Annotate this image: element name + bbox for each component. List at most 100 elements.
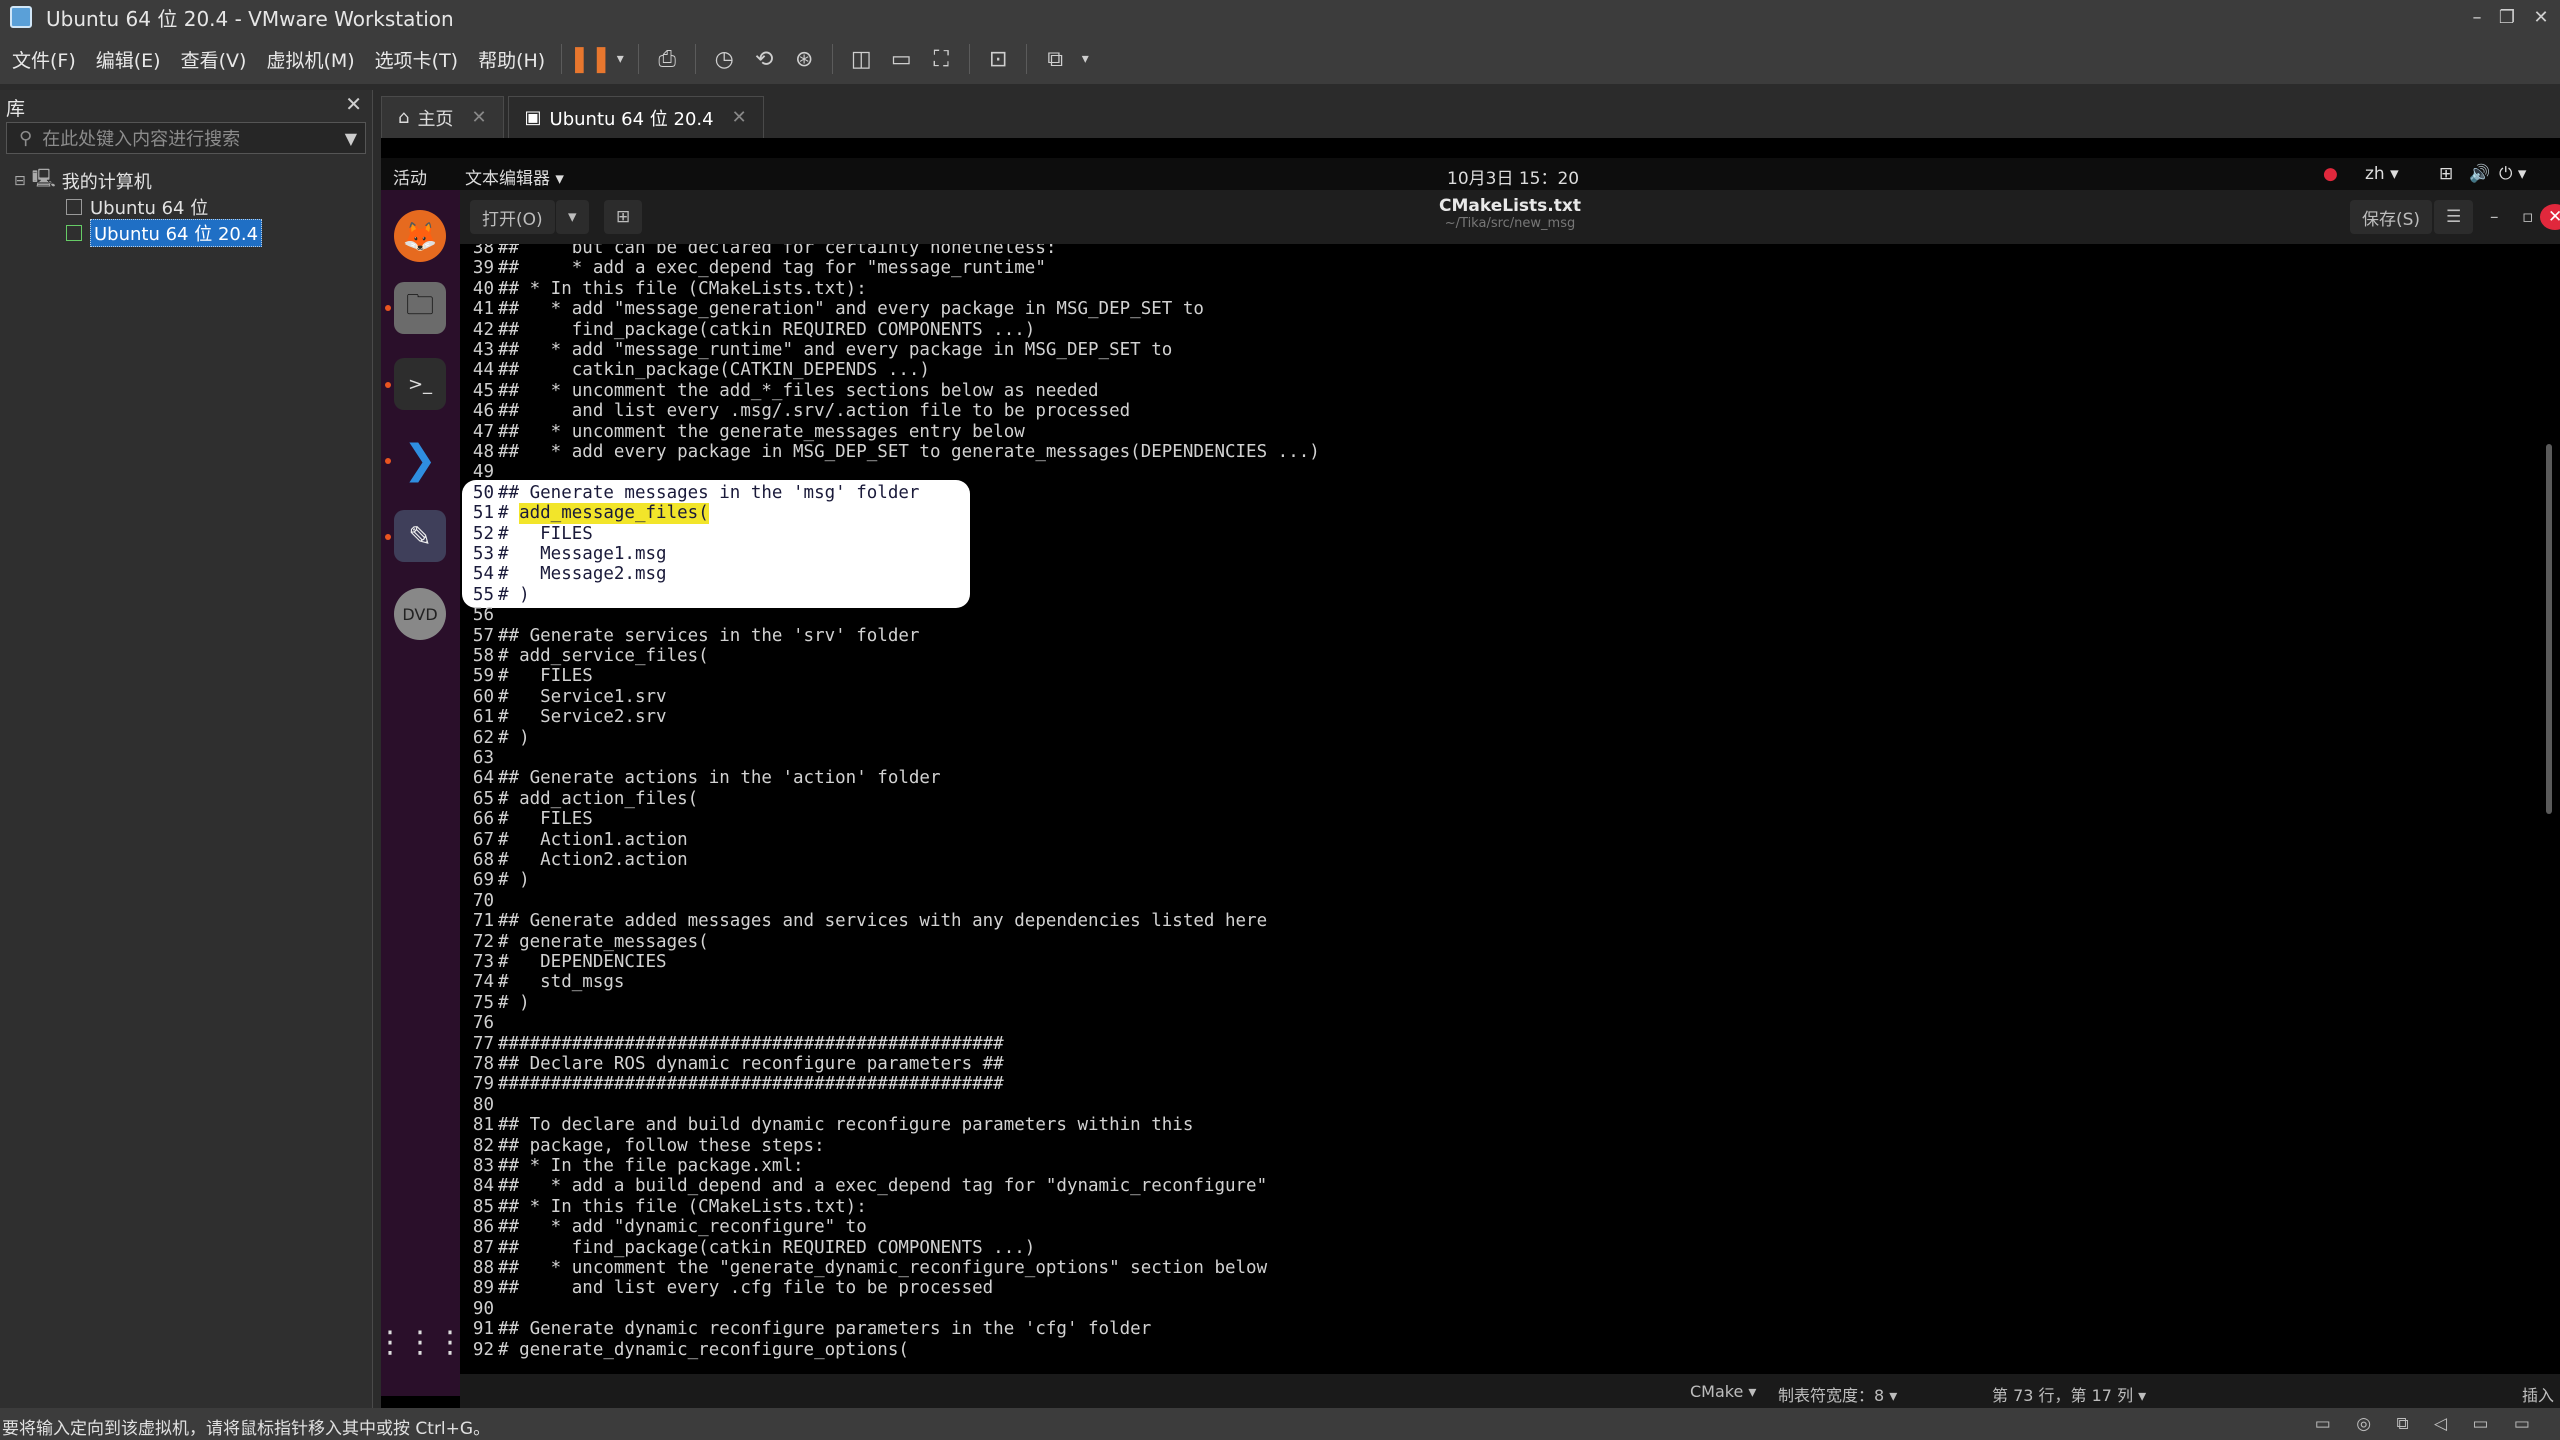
code-line[interactable]: 63 <box>460 748 498 768</box>
tab-close-icon[interactable]: ✕ <box>732 107 747 128</box>
code-line[interactable]: 51 # add_message_files( <box>460 503 709 524</box>
code-line[interactable]: 72 # generate_messages( <box>460 932 709 952</box>
code-line[interactable]: 52 # FILES <box>460 524 593 544</box>
show-apps-icon[interactable]: ⋮⋮⋮ <box>375 1316 465 1368</box>
code-line[interactable]: 85 ## * In this file (CMakeLists.txt): <box>460 1197 867 1217</box>
firefox-icon[interactable]: 🦊 <box>394 210 446 262</box>
code-line[interactable]: 39 ## * add a exec_depend tag for "messag… <box>460 258 1046 278</box>
vscode-icon[interactable]: ❯ <box>394 434 446 486</box>
code-line[interactable]: 65 # add_action_files( <box>460 789 698 809</box>
code-line[interactable]: 76 <box>460 1013 498 1033</box>
cursor-position[interactable]: 第 73 行，第 17 列 ▾ <box>1992 1382 2146 1406</box>
tree-root[interactable]: ⊟ 🖳 我的计算机 <box>0 168 372 194</box>
code-line[interactable]: 40 ## * In this file (CMakeLists.txt): <box>460 279 867 299</box>
new-document-icon[interactable]: ⊞ <box>604 200 643 234</box>
code-line[interactable]: 57 ## Generate services in the 'srv' fold… <box>460 626 920 646</box>
tree-item-vm[interactable]: Ubuntu 64 位 <box>0 194 372 220</box>
stretch-guest-icon[interactable]: ⧉ <box>1038 42 1072 76</box>
stretch-dropdown-icon[interactable]: ▾ <box>1078 42 1092 76</box>
pause-icon[interactable]: ❚❚ <box>568 42 612 76</box>
maximize-button[interactable]: ❐ <box>2490 0 2524 34</box>
code-line[interactable]: 43 ## * add "message_runtime" and every p… <box>460 340 1172 360</box>
code-line[interactable]: 88 ## * uncomment the "generate_dynamic_r… <box>460 1258 1267 1278</box>
code-editor[interactable]: 38 ## but can be declared for certainty n… <box>460 244 2560 1374</box>
language-selector[interactable]: CMake ▾ <box>1690 1382 1756 1401</box>
save-button[interactable]: 保存(S) <box>2350 200 2433 234</box>
tab-close-icon[interactable]: ✕ <box>471 107 486 128</box>
code-line[interactable]: 60 # Service1.srv <box>460 687 667 707</box>
code-line[interactable]: 59 # FILES <box>460 666 593 686</box>
scrollbar[interactable] <box>2546 444 2552 814</box>
minimize-button[interactable]: – <box>2460 0 2494 34</box>
code-line[interactable]: 87 ## find_package(catkin REQUIRED COMPON… <box>460 1238 1035 1258</box>
minimize-icon[interactable]: – <box>2478 200 2511 234</box>
console-view-icon[interactable]: ⊡ <box>981 42 1015 76</box>
terminal-icon[interactable]: >_ <box>394 358 446 410</box>
code-line[interactable]: 74 # std_msgs <box>460 972 625 992</box>
library-view-icon[interactable]: ◫ <box>844 42 878 76</box>
app-menu[interactable]: 文本编辑器 ▾ <box>465 164 564 189</box>
code-line[interactable]: 61 # Service2.srv <box>460 707 667 727</box>
thumbnail-bar-icon[interactable]: ▭ <box>884 42 918 76</box>
code-line[interactable]: 54 # Message2.msg <box>460 564 667 584</box>
snapshot-manager-icon[interactable]: ⊛ <box>787 42 821 76</box>
code-line[interactable]: 46 ## and list every .msg/.srv/.action fi… <box>460 401 1130 421</box>
code-line[interactable]: 56 <box>460 605 498 625</box>
code-line[interactable]: 55 # ) <box>460 585 530 605</box>
code-line[interactable]: 58 # add_service_files( <box>460 646 709 666</box>
code-line[interactable]: 67 # Action1.action <box>460 830 688 850</box>
code-line[interactable]: 41 ## * add "message_generation" and ever… <box>460 299 1204 319</box>
code-line[interactable]: 70 <box>460 891 498 911</box>
activities-button[interactable]: 活动 <box>393 164 427 189</box>
code-line[interactable]: 80 <box>460 1095 498 1115</box>
library-search-input[interactable]: ⚲ 在此处键入内容进行搜索 ▼ <box>6 122 366 154</box>
menu-file[interactable]: 文件(F) <box>4 46 84 73</box>
tree-item-vm-selected[interactable]: Ubuntu 64 位 20.4 <box>0 219 372 247</box>
code-line[interactable]: 50 ## Generate messages in the 'msg' fold… <box>460 483 920 503</box>
pause-dropdown-icon[interactable]: ▾ <box>613 42 627 76</box>
code-line[interactable]: 66 # FILES <box>460 809 593 829</box>
text-editor-icon[interactable]: ✎ <box>394 510 446 562</box>
code-line[interactable]: 62 # ) <box>460 728 530 748</box>
code-line[interactable]: 89 ## and list every .cfg file to be proc… <box>460 1278 993 1298</box>
code-line[interactable]: 84 ## * add a build_depend and a exec_dep… <box>460 1176 1267 1196</box>
code-line[interactable]: 48 ## * add every package in MSG_DEP_SET … <box>460 442 1320 462</box>
snapshot-icon[interactable]: ◷ <box>707 42 741 76</box>
code-line[interactable]: 38 ## but can be declared for certainty n… <box>460 244 1056 258</box>
code-line[interactable]: 73 # DEPENDENCIES <box>460 952 667 972</box>
code-line[interactable]: 92 # generate_dynamic_reconfigure_options… <box>460 1340 909 1360</box>
code-line[interactable]: 53 # Message1.msg <box>460 544 667 564</box>
files-icon[interactable]: 🗀 <box>394 282 446 334</box>
code-line[interactable]: 86 ## * add "dynamic_reconfigure" to <box>460 1217 867 1237</box>
network-icon[interactable]: ⊞ <box>2439 164 2453 184</box>
code-line[interactable]: 42 ## find_package(catkin REQUIRED COMPON… <box>460 320 1035 340</box>
code-line[interactable]: 90 <box>460 1299 498 1319</box>
send-ctrl-alt-del-icon[interactable]: ⎙ <box>650 42 684 76</box>
code-line[interactable]: 49 <box>460 462 498 482</box>
input-method[interactable]: zh ▾ <box>2365 164 2399 184</box>
code-line[interactable]: 44 ## catkin_package(CATKIN_DEPENDS ...) <box>460 360 930 380</box>
code-line[interactable]: 91 ## Generate dynamic reconfigure parame… <box>460 1319 1151 1339</box>
code-line[interactable]: 68 # Action2.action <box>460 850 688 870</box>
code-line[interactable]: 75 # ) <box>460 993 530 1013</box>
menu-vm[interactable]: 虚拟机(M) <box>258 46 362 73</box>
volume-icon[interactable]: 🔊 <box>2469 164 2490 184</box>
close-button[interactable]: ✕ <box>2524 0 2558 34</box>
dvd-icon[interactable]: DVD <box>394 588 446 640</box>
code-line[interactable]: 82 ## package, follow these steps: <box>460 1136 825 1156</box>
library-close-icon[interactable]: ✕ <box>345 92 362 116</box>
code-line[interactable]: 47 ## * uncomment the generate_messages e… <box>460 422 1025 442</box>
tab-ubuntu[interactable]: ▣ Ubuntu 64 位 20.4 ✕ <box>507 96 764 138</box>
clock[interactable]: 10月3日 15：20 <box>1447 164 1579 189</box>
revert-snapshot-icon[interactable]: ⟲ <box>747 42 781 76</box>
collapse-icon[interactable]: ⊟ <box>14 173 26 189</box>
tab-width-selector[interactable]: 制表符宽度：8 ▾ <box>1778 1382 1897 1406</box>
menu-help[interactable]: 帮助(H) <box>470 46 553 73</box>
menu-edit[interactable]: 编辑(E) <box>88 46 169 73</box>
code-line[interactable]: 45 ## * uncomment the add_*_files section… <box>460 381 1099 401</box>
code-line[interactable]: 81 ## To declare and build dynamic reconf… <box>460 1115 1193 1135</box>
code-line[interactable]: 79 ######################################… <box>460 1074 1004 1094</box>
code-line[interactable]: 69 # ) <box>460 870 530 890</box>
device-icons[interactable]: ▭ ◎ ⧉ ◁ ▭ ▭ <box>2315 1414 2540 1434</box>
guest-screen[interactable]: 活动 文本编辑器 ▾ 10月3日 15：20 ● zh ▾ ⊞ 🔊 ⏻ ▾ 🦊 … <box>375 138 2560 1408</box>
